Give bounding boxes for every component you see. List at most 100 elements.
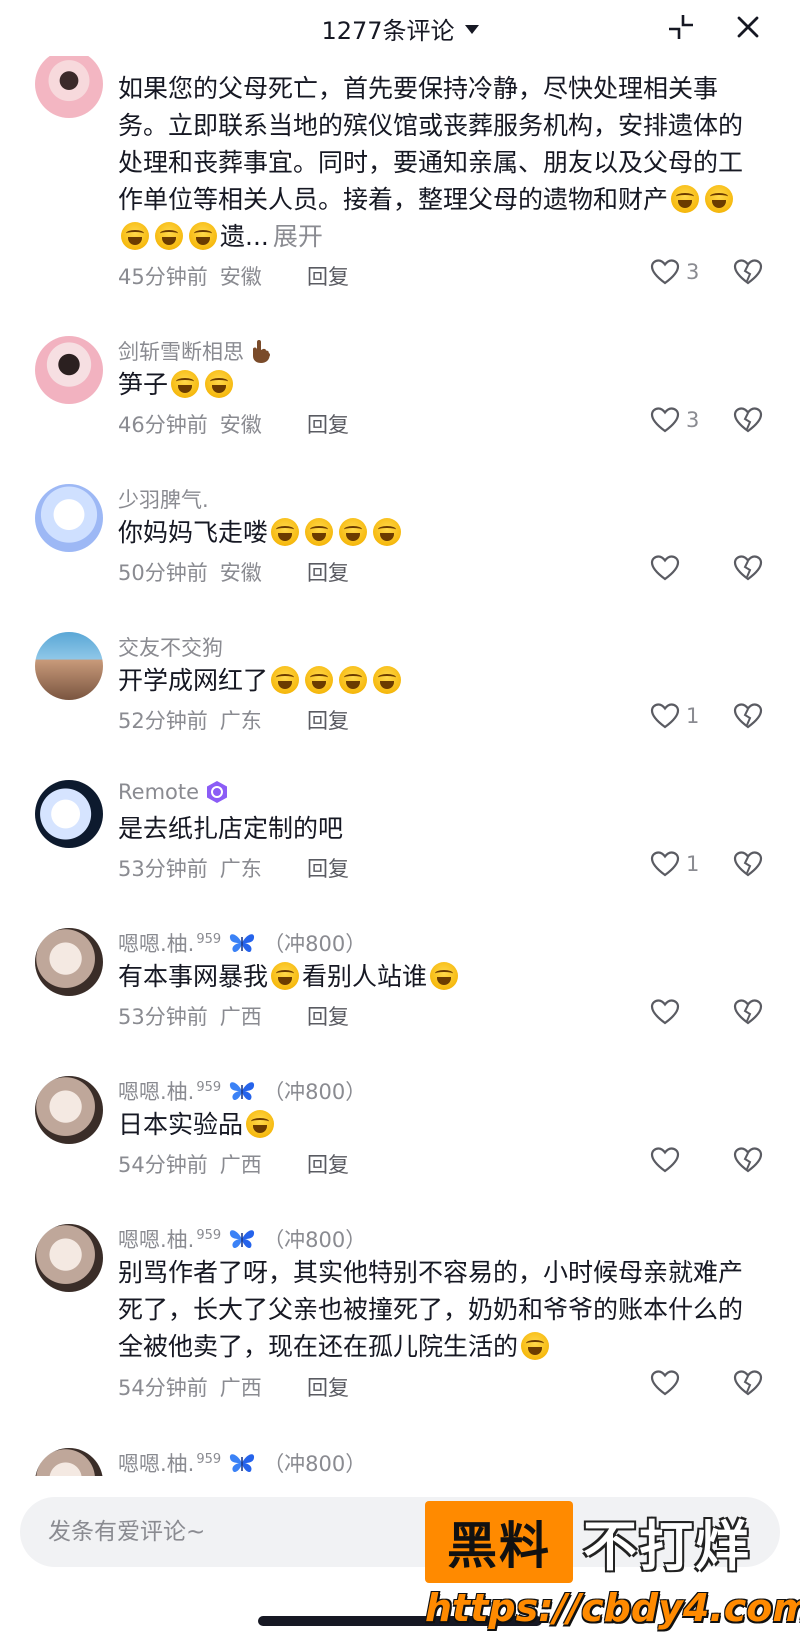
username[interactable]: 交友不交狗 (118, 632, 223, 662)
avatar[interactable] (35, 928, 103, 996)
broken-heart-icon[interactable] (733, 849, 763, 879)
avatar[interactable] (35, 632, 103, 700)
username-superscript: 959 (196, 1228, 222, 1243)
broken-heart-icon[interactable] (733, 701, 763, 731)
laughing-emoji-icon (430, 962, 459, 990)
username-text: 嗯嗯.柚. 959 (118, 1076, 221, 1106)
avatar[interactable] (35, 336, 103, 404)
reply-button[interactable]: 回复 (307, 409, 349, 439)
like-button[interactable] (650, 998, 686, 1026)
comment-input[interactable] (20, 1497, 780, 1567)
laughing-emoji-icon (373, 518, 402, 546)
username-text: 少羽脾气. (118, 488, 209, 512)
like-button[interactable]: 1 (650, 702, 699, 730)
username-name: 嗯嗯.柚. (118, 1228, 195, 1252)
comment-text-segment: 有本事网暴我 (118, 962, 269, 991)
username-superscript: 959 (196, 1080, 222, 1095)
like-count: 3 (686, 260, 700, 284)
comment-composer (0, 1480, 800, 1635)
broken-heart-icon[interactable] (733, 257, 763, 287)
reply-button[interactable]: 回复 (307, 1372, 349, 1402)
username-text: 交友不交狗 (118, 636, 223, 660)
username[interactable]: 剑斩雪断相思 (118, 336, 272, 366)
level-badge-icon (207, 781, 228, 803)
username[interactable]: 嗯嗯.柚. 959 （冲800） (118, 1448, 366, 1476)
username-text: 嗯嗯.柚. 959 (118, 1224, 221, 1254)
butterfly-emoji-icon (230, 934, 255, 953)
laughing-emoji-icon (189, 222, 217, 250)
reply-button[interactable]: 回复 (307, 557, 349, 587)
broken-heart-icon[interactable] (733, 997, 763, 1027)
laughing-emoji-icon (671, 185, 700, 213)
reply-button[interactable]: 回复 (307, 1001, 349, 1031)
comment-meta: 54分钟前 广西 (118, 1372, 262, 1402)
like-button[interactable] (650, 1146, 686, 1174)
comment-text: 有本事网暴我 看别人站谁 (118, 958, 758, 995)
username[interactable]: 嗯嗯.柚. 959 （冲800） (118, 1224, 366, 1254)
laughing-emoji-icon (246, 1110, 275, 1138)
comment-location: 广东 (219, 857, 262, 881)
collapse-icon[interactable] (666, 12, 696, 42)
avatar[interactable] (35, 1448, 103, 1476)
comment-time: 53分钟前 (118, 857, 208, 881)
hand-emoji-icon (253, 340, 271, 363)
expand-link[interactable]: 展开 (273, 222, 323, 251)
broken-heart-icon[interactable] (733, 553, 763, 583)
heart-icon (650, 703, 680, 729)
like-count: 3 (686, 408, 700, 432)
reply-button[interactable]: 回复 (307, 261, 349, 291)
avatar[interactable] (35, 780, 103, 848)
avatar[interactable] (35, 1076, 103, 1144)
comment-location: 安徽 (219, 265, 262, 289)
comment-meta: 53分钟前 广西 (118, 1001, 262, 1031)
username[interactable]: Remote (118, 780, 229, 804)
comment-text-segment: 开学成网红了 (118, 666, 269, 695)
comment-location: 安徽 (219, 561, 262, 585)
butterfly-emoji-icon (230, 1230, 255, 1249)
heart-icon (650, 555, 680, 581)
comment-meta: 46分钟前 安徽 (118, 409, 262, 439)
avatar[interactable] (35, 1224, 103, 1292)
like-button[interactable] (650, 554, 686, 582)
like-button[interactable]: 3 (650, 406, 699, 434)
laughing-emoji-icon (521, 1332, 550, 1360)
laughing-emoji-icon (155, 222, 183, 250)
username-name: 嗯嗯.柚. (118, 1080, 195, 1104)
like-button[interactable] (650, 1369, 686, 1397)
username-text: 嗯嗯.柚. 959 (118, 928, 221, 958)
username-name: 嗯嗯.柚. (118, 932, 195, 956)
comments-panel: 1277条评论 如果您的父母死亡，首先要保持冷静，尽快处理相关事务。立即联系当地… (0, 0, 800, 1635)
like-count: 1 (686, 852, 700, 876)
like-button[interactable]: 1 (650, 850, 699, 878)
username-superscript: 959 (196, 932, 222, 947)
reply-button[interactable]: 回复 (307, 1149, 349, 1179)
username[interactable]: 嗯嗯.柚. 959 （冲800） (118, 928, 366, 958)
caret-down-icon (464, 24, 479, 34)
heart-icon (650, 259, 680, 285)
broken-heart-icon[interactable] (733, 405, 763, 435)
like-button[interactable]: 3 (650, 258, 699, 286)
comment-list[interactable]: 如果您的父母死亡，首先要保持冷静，尽快处理相关事务。立即联系当地的殡仪馆或丧葬服… (0, 56, 800, 1476)
heart-icon (650, 1147, 680, 1173)
broken-heart-icon[interactable] (733, 1368, 763, 1398)
username-text: 嗯嗯.柚. 959 (118, 1448, 221, 1476)
username-suffix: （冲800） (263, 932, 367, 956)
comment-meta: 50分钟前 安徽 (118, 557, 262, 587)
reply-button[interactable]: 回复 (307, 853, 349, 883)
comment-text-segment: 日本实验品 (118, 1110, 244, 1139)
avatar[interactable] (35, 484, 103, 552)
reply-button[interactable]: 回复 (307, 705, 349, 735)
username-suffix: （冲800） (263, 1228, 367, 1252)
username[interactable]: 嗯嗯.柚. 959 （冲800） (118, 1076, 366, 1106)
comment-text: 日本实验品 (118, 1106, 758, 1143)
heart-icon (650, 999, 680, 1025)
close-icon[interactable] (733, 12, 763, 42)
avatar[interactable] (35, 56, 103, 118)
laughing-emoji-icon (339, 518, 368, 546)
comment-meta: 53分钟前 广东 (118, 853, 262, 883)
heart-icon (650, 851, 680, 877)
username[interactable]: 少羽脾气. (118, 484, 209, 514)
comment-text-segment: 别骂作者了呀，其实他特别不容易的，小时候母亲就难产死了，长大了父亲也被撞死了，奶… (118, 1258, 744, 1361)
broken-heart-icon[interactable] (733, 1145, 763, 1175)
laughing-emoji-icon (271, 518, 300, 546)
